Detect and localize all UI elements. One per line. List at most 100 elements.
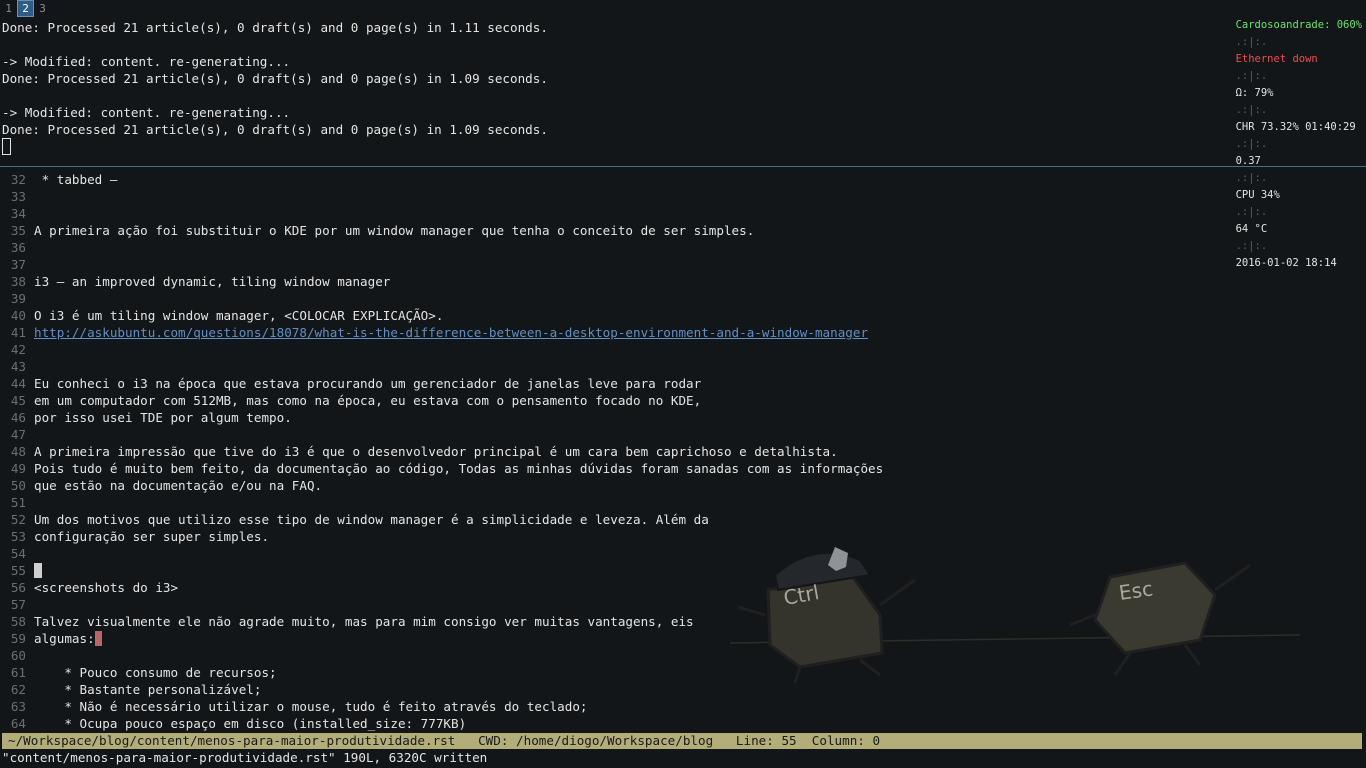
line-number: 60 [10, 648, 26, 663]
editor-line-text: O i3 é um tiling window manager, <COLOCA… [34, 308, 444, 323]
editor-line[interactable]: 51 [0, 494, 1366, 511]
editor-line[interactable]: 48 A primeira impressão que tive do i3 é … [0, 443, 1366, 460]
editor-line[interactable]: 46 por isso usei TDE por algum tempo. [0, 409, 1366, 426]
status-bar: Cardosoandrade: 060% .:|:. Ethernet down… [1210, 0, 1362, 269]
terminal-cursor [2, 138, 11, 155]
editor-line[interactable]: 53 configuração ser super simples. [0, 528, 1366, 545]
editor-line-text: configuração ser super simples. [34, 529, 270, 544]
editor-line[interactable]: 39 [0, 290, 1366, 307]
editor-line[interactable]: 32 * tabbed – [0, 171, 1366, 188]
line-number: 32 [10, 172, 26, 187]
statusline-column: 0 [872, 733, 881, 748]
line-number: 41 [10, 325, 26, 340]
editor-line-text: Eu conheci o i3 na época que estava proc… [34, 376, 702, 391]
workspace-button[interactable]: 3 [35, 1, 50, 16]
line-number: 45 [10, 393, 26, 408]
editor-line[interactable]: 45 em um computador com 512MB, mas como n… [0, 392, 1366, 409]
editor-line-text: * Ocupa pouco espaço em disco (installed… [34, 716, 467, 731]
editor-line[interactable]: 33 [0, 188, 1366, 205]
editor-line[interactable]: 54 [0, 545, 1366, 562]
editor-line[interactable]: 38 i3 – an improved dynamic, tiling windo… [0, 273, 1366, 290]
editor-line-text: * tabbed – [34, 172, 118, 187]
editor-line-text: por isso usei TDE por algum tempo. [34, 410, 292, 425]
editor-line[interactable]: 40 O i3 é um tiling window manager, <COLO… [0, 307, 1366, 324]
editor-line-text: A primeira impressão que tive do i3 é qu… [34, 444, 838, 459]
editor-line[interactable]: 49 Pois tudo é muito bem feito, da docume… [0, 460, 1366, 477]
line-number: 54 [10, 546, 26, 561]
editor-line[interactable]: 44 Eu conheci o i3 na época que estava pr… [0, 375, 1366, 392]
line-number: 42 [10, 342, 26, 357]
line-number: 38 [10, 274, 26, 289]
statusline-column-label: Column: [811, 733, 865, 748]
statusline-cwd: /home/diogo/Workspace/blog [516, 733, 714, 748]
editor-line[interactable]: 42 [0, 341, 1366, 358]
editor-line-text: i3 – an improved dynamic, tiling window … [34, 274, 391, 289]
workspace-button[interactable]: 1 [1, 1, 16, 16]
editor-line[interactable]: 55 [0, 562, 1366, 579]
line-number: 58 [10, 614, 26, 629]
editor-line-text: * Pouco consumo de recursos; [34, 665, 277, 680]
editor-line[interactable]: 57 [0, 596, 1366, 613]
editor-line-text: que estão na documentação e/ou na FAQ. [34, 478, 323, 493]
editor-line-text: Talvez visualmente ele não agrade muito,… [34, 614, 694, 629]
editor-cursor [94, 631, 102, 646]
statusline-line: 55 [781, 733, 797, 748]
terminal-prompt-line[interactable] [0, 138, 1366, 155]
editor-line-text: A primeira ação foi substituir o KDE por… [34, 223, 755, 238]
editor-link[interactable]: http://askubuntu.com/questions/18078/wha… [34, 325, 868, 340]
editor-line[interactable]: 41 http://askubuntu.com/questions/18078/w… [0, 324, 1366, 341]
line-number: 39 [10, 291, 26, 306]
editor-line[interactable]: 50 que estão na documentação e/ou na FAQ. [0, 477, 1366, 494]
line-number: 59 [10, 631, 26, 646]
editor-line[interactable]: 58 Talvez visualmente ele não agrade muit… [0, 613, 1366, 630]
line-number: 44 [10, 376, 26, 391]
editor-line-text: * Bastante personalizável; [34, 682, 262, 697]
editor-line-text: * Não é necessário utilizar o mouse, tud… [34, 699, 588, 714]
line-number: 34 [10, 206, 26, 221]
editor-line[interactable]: 59 algumas: [0, 630, 1366, 647]
line-number: 48 [10, 444, 26, 459]
editor-line[interactable]: 37 [0, 256, 1366, 273]
editor-line-text: em um computador com 512MB, mas como na … [34, 393, 702, 408]
editor-line[interactable]: 35 A primeira ação foi substituir o KDE p… [0, 222, 1366, 239]
line-number: 50 [10, 478, 26, 493]
line-number: 52 [10, 512, 26, 527]
line-number: 35 [10, 223, 26, 238]
editor-line[interactable]: 47 [0, 426, 1366, 443]
line-number: 40 [10, 308, 26, 323]
editor-line[interactable]: 36 [0, 239, 1366, 256]
editor-line[interactable]: 61 * Pouco consumo de recursos; [0, 664, 1366, 681]
line-number: 56 [10, 580, 26, 595]
terminal-line: Done: Processed 21 article(s), 0 draft(s… [2, 122, 548, 137]
vim-command-line[interactable]: "content/menos-para-maior-produtividade.… [2, 749, 487, 766]
editor-line[interactable]: 43 [0, 358, 1366, 375]
line-number: 33 [10, 189, 26, 204]
line-number: 64 [10, 716, 26, 731]
editor-line[interactable]: 64 * Ocupa pouco espaço em disco (instal… [0, 715, 1366, 732]
terminal-line: -> Modified: content. re-generating... [2, 105, 291, 120]
workspace-button[interactable]: 2 [17, 0, 34, 17]
editor-line[interactable]: 56 <screenshots do i3> [0, 579, 1366, 596]
editor-line[interactable]: 62 * Bastante personalizável; [0, 681, 1366, 698]
pane-divider[interactable] [0, 166, 1366, 167]
editor-line[interactable]: 63 * Não é necessário utilizar o mouse, … [0, 698, 1366, 715]
editor-line[interactable]: 52 Um dos motivos que utilizo esse tipo d… [0, 511, 1366, 528]
vim-statusline: ~/Workspace/blog/content/menos-para-maio… [2, 733, 1362, 749]
editor-line[interactable]: 34 [0, 205, 1366, 222]
editor-line[interactable]: 60 [0, 647, 1366, 664]
line-number: 57 [10, 597, 26, 612]
terminal-pane[interactable]: Done: Processed 21 article(s), 0 draft(s… [0, 19, 1366, 165]
terminal-line: Done: Processed 21 article(s), 0 draft(s… [2, 20, 548, 35]
editor-line-text: Pois tudo é muito bem feito, da document… [34, 461, 884, 476]
line-number: 62 [10, 682, 26, 697]
statusline-file: ~/Workspace/blog/content/menos-para-maio… [8, 733, 456, 748]
editor-buffer[interactable]: 32 * tabbed –33 34 35 A primeira ação foi s… [0, 171, 1366, 732]
line-number: 49 [10, 461, 26, 476]
editor-line-text: Um dos motivos que utilizo esse tipo de … [34, 512, 709, 527]
terminal-output: Done: Processed 21 article(s), 0 draft(s… [0, 19, 1366, 138]
vim-editor[interactable]: 32 * tabbed –33 34 35 A primeira ação foi s… [0, 171, 1366, 734]
line-number: 46 [10, 410, 26, 425]
line-number: 55 [10, 563, 26, 578]
